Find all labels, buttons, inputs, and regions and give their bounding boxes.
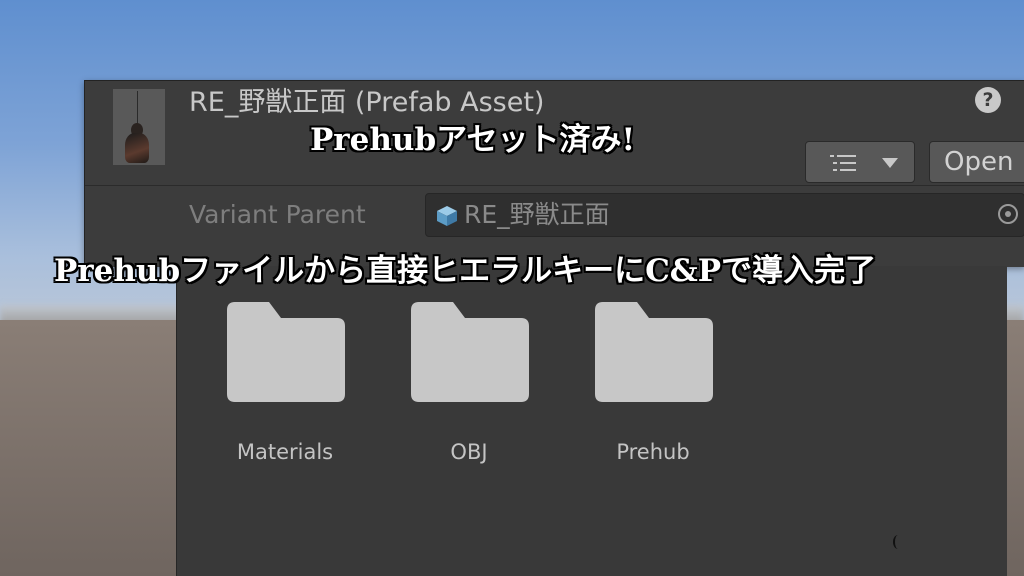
help-icon[interactable]: ? <box>975 87 1001 113</box>
project-folder-panel: Materials OBJ Prehub <box>176 266 1007 576</box>
asset-title: RE_野獣正面 (Prefab Asset) <box>189 87 545 118</box>
folder-label: Materials <box>236 440 334 464</box>
list-icon <box>830 155 856 171</box>
caption-main: Prehubファイルから直接ヒエラルキーにC&Pで導入完了 <box>54 253 877 289</box>
variant-parent-label: Variant Parent <box>189 200 366 229</box>
folder-icon <box>595 302 713 402</box>
folder-materials[interactable]: Materials <box>215 302 355 464</box>
variant-parent-field[interactable]: RE_野獣正面 <box>425 193 1024 237</box>
folder-icon <box>227 302 345 402</box>
chevron-down-icon <box>882 158 898 168</box>
inspector-header: RE_野獣正面 (Prefab Asset) ? Open Variant Pa… <box>84 80 1024 267</box>
cursor-mark <box>893 535 903 549</box>
settings-dropdown[interactable] <box>805 141 915 183</box>
divider <box>85 185 1024 186</box>
variant-parent-value: RE_野獣正面 <box>464 200 610 229</box>
folder-obj[interactable]: OBJ <box>399 302 539 464</box>
prefab-icon <box>437 206 457 226</box>
prefab-thumbnail <box>113 89 165 165</box>
folder-label: OBJ <box>450 440 488 464</box>
folder-label: Prehub <box>616 440 690 464</box>
caption-top: Prehubアセット済み! <box>310 122 636 158</box>
open-button[interactable]: Open <box>929 141 1024 183</box>
object-picker-target-icon[interactable] <box>998 204 1018 224</box>
folder-icon <box>411 302 529 402</box>
folder-prehub[interactable]: Prehub <box>583 302 723 464</box>
